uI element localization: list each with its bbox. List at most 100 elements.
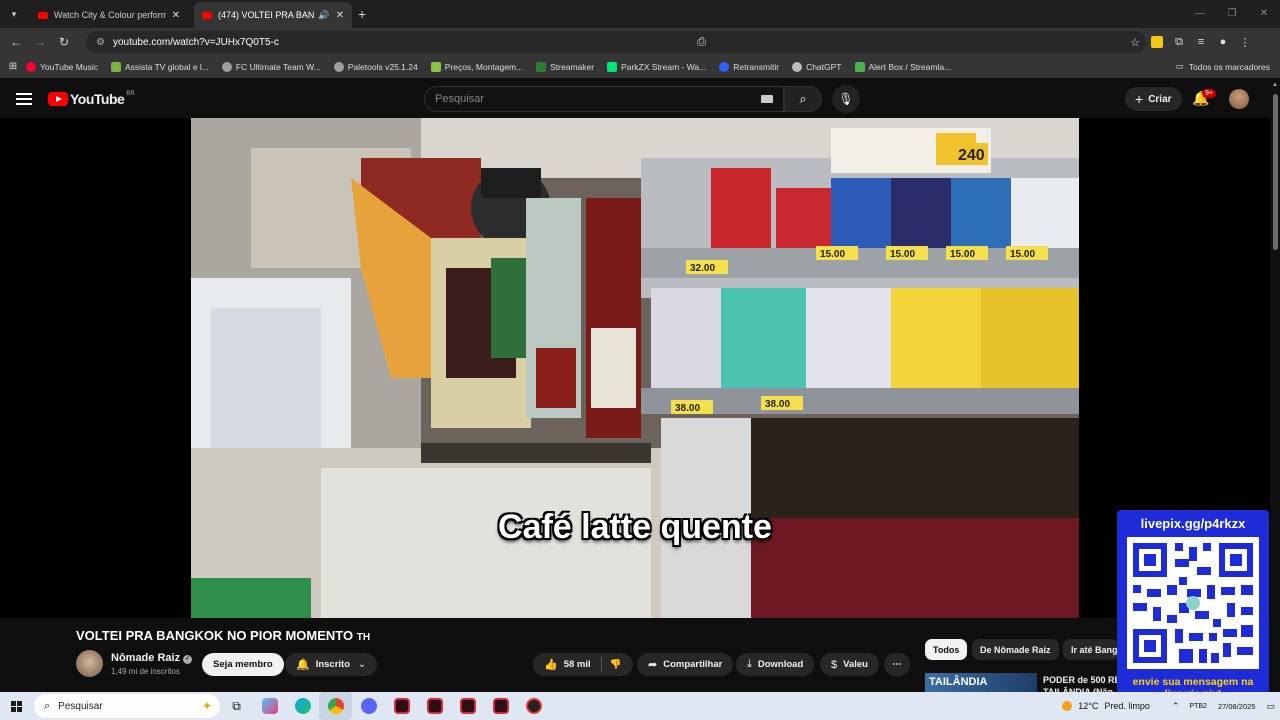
hidden-icons-chevron-icon[interactable]: ⌃ [1172, 701, 1180, 712]
thanks-button[interactable]: $ Valeu [820, 653, 879, 676]
extensions-puzzle-icon[interactable]: ⧉ [1168, 36, 1190, 49]
chip-label: Ir até Bangk [1071, 644, 1118, 655]
search-button[interactable]: ⌕ [784, 86, 822, 112]
price-text: 38.00 [675, 403, 700, 414]
chrome-icon [327, 698, 344, 714]
search-input[interactable]: Pesquisar [424, 86, 784, 112]
browser-menu-icon[interactable]: ⋮ [1234, 36, 1256, 49]
taskbar-app-copilot[interactable] [253, 692, 286, 720]
reload-button[interactable]: ↻ [52, 35, 76, 49]
new-tab-button[interactable]: + [358, 6, 366, 22]
plus-icon: + [1135, 91, 1144, 107]
page-scrollbar[interactable]: ▲ [1270, 80, 1280, 692]
price-text: 38.00 [765, 399, 790, 410]
taskbar-app-capcut-4[interactable] [484, 692, 517, 720]
close-window-button[interactable]: ✕ [1248, 0, 1280, 28]
address-bar[interactable]: ⚙ youtube.com/watch?v=JUHx7Q0T5-c ⎙ ☆ [86, 31, 1146, 53]
menu-icon[interactable] [16, 93, 32, 105]
taskbar-app-capcut-2[interactable] [418, 692, 451, 720]
notification-badge: 9+ [1202, 89, 1216, 98]
weather-widget[interactable]: 12°C Pred. limpo [1062, 701, 1150, 711]
bookmark-item[interactable]: YouTube Music [26, 61, 98, 72]
channel-avatar[interactable] [76, 650, 103, 677]
forward-button[interactable]: → [28, 35, 52, 49]
chip-label: Todos [933, 644, 960, 655]
video-title: VOLTEI PRA BANGKOK NO PIOR MOMENTO TH [76, 628, 370, 643]
speaker-icon[interactable]: 🔊 [318, 10, 329, 21]
bookmark-item[interactable]: Assista TV global e l... [110, 61, 209, 72]
taskbar-search[interactable]: ⌕ Pesquisar ✦ [34, 694, 220, 718]
create-button[interactable]: + Criar [1125, 87, 1182, 111]
scroll-up-icon[interactable]: ▲ [1272, 82, 1278, 88]
share-button[interactable]: ➦ Compartilhar [637, 653, 734, 676]
task-view-button[interactable]: ⧉ [220, 692, 253, 720]
tab-search-button[interactable]: ▾ [4, 4, 24, 24]
bookmark-item[interactable]: ChatGPT [792, 61, 842, 72]
windows-logo-icon [10, 700, 22, 712]
price-text: 15.00 [820, 249, 845, 260]
reading-list-icon[interactable]: ≡ [1190, 36, 1212, 48]
apps-grid-icon[interactable]: ⊞ [0, 61, 26, 72]
browser-tab-active[interactable]: (474) VOLTEI PRA BANGKOK 🔊 ✕ [194, 2, 352, 28]
bookmark-item[interactable]: Preços, Montagem... [430, 61, 523, 72]
channel-name[interactable]: Nômade Raiz ✓ [111, 652, 193, 664]
close-tab-icon[interactable]: ✕ [336, 10, 344, 21]
browser-tab-strip: ▾ Watch City & Colour perform th ✕ (474)… [0, 0, 1280, 28]
price-text: 15.00 [1010, 249, 1035, 260]
more-icon: ⋯ [892, 659, 902, 670]
scrollbar-thumb[interactable] [1273, 94, 1278, 250]
like-icon[interactable]: 👍 [544, 658, 558, 671]
bookmark-icon [536, 61, 547, 72]
taskbar-app-edge[interactable] [286, 692, 319, 720]
more-actions-button[interactable]: ⋯ [884, 653, 910, 676]
subscribed-button[interactable]: 🔔 Inscrito ⌄ [285, 653, 377, 676]
taskbar-app-capcut-1[interactable] [385, 692, 418, 720]
youtube-favicon-icon [202, 11, 212, 19]
dislike-icon[interactable]: 👎 [610, 659, 622, 670]
taskbar-app-obs[interactable] [517, 692, 550, 720]
back-button[interactable]: ← [4, 35, 28, 49]
account-avatar[interactable] [1229, 89, 1249, 109]
close-tab-icon[interactable]: ✕ [172, 10, 180, 21]
taskbar-app-discord[interactable] [352, 692, 385, 720]
bookmark-item[interactable]: FC Ultimate Team W... [221, 61, 321, 72]
keyboard-icon[interactable] [761, 95, 773, 103]
start-button[interactable] [4, 692, 28, 720]
all-bookmarks-button[interactable]: ▭ Todos os marcadores [1176, 61, 1270, 72]
notifications-icon[interactable]: ▭ [1266, 701, 1275, 712]
language-indicator[interactable]: PTB2 [1189, 703, 1207, 710]
shelf-price-tag: 32.00 [686, 260, 728, 274]
join-button[interactable]: Seja membro [202, 653, 284, 676]
extension-icon[interactable] [1151, 36, 1163, 48]
install-app-icon[interactable]: ⎙ [697, 36, 706, 49]
chip-all[interactable]: Todos [925, 639, 968, 660]
subscribed-label: Inscrito [315, 659, 351, 670]
download-button[interactable]: ⤓ Download [736, 653, 815, 676]
livepix-message-line: envie sua mensagem na [1132, 676, 1254, 688]
bookmark-item[interactable]: Retransmitir [719, 61, 779, 72]
shelf-price-tag: 15.00 [946, 246, 988, 260]
shelf-price-tag: 15.00 [886, 246, 928, 260]
clock[interactable]: 27/08/2025 [1218, 702, 1256, 711]
minimize-button[interactable]: — [1184, 0, 1216, 28]
browser-tab[interactable]: Watch City & Colour perform th ✕ [30, 2, 188, 28]
taskbar-app-chrome[interactable] [319, 692, 352, 720]
youtube-header: YouTube BR Pesquisar ⌕ 🎙 + Criar 🔔 9+ [0, 80, 1280, 118]
voice-search-button[interactable]: 🎙 [832, 85, 860, 113]
bookmark-item[interactable]: Alert Box / Streamla... [854, 61, 951, 72]
bookmark-item[interactable]: ParkZX Stream - Wa... [607, 61, 706, 72]
youtube-logo[interactable]: YouTube BR [48, 91, 135, 107]
chip-related[interactable]: Ir até Bangk [1063, 639, 1118, 660]
copilot-sparkle-icon: ✦ [201, 699, 212, 713]
recommendation-thumbnail[interactable]: TAILÂNDIA [925, 673, 1037, 693]
taskbar-app-capcut-3[interactable] [451, 692, 484, 720]
video-player[interactable]: 32.00 15.00 15.00 15.00 15.00 38.00 38.00 240 C… [191, 118, 1079, 618]
bookmark-item[interactable]: Streamaker [536, 61, 594, 72]
site-info-icon[interactable]: ⚙ [96, 37, 105, 48]
bookmark-item[interactable]: Paletools v25.1.24 [333, 61, 418, 72]
like-count[interactable]: 58 mil [564, 659, 591, 670]
chip-from-channel[interactable]: De Nômade Raiz [972, 639, 1059, 660]
restore-button[interactable]: ❐ [1216, 0, 1248, 28]
profile-icon[interactable]: ● [1212, 36, 1234, 48]
bookmark-star-icon[interactable]: ☆ [1130, 36, 1140, 49]
